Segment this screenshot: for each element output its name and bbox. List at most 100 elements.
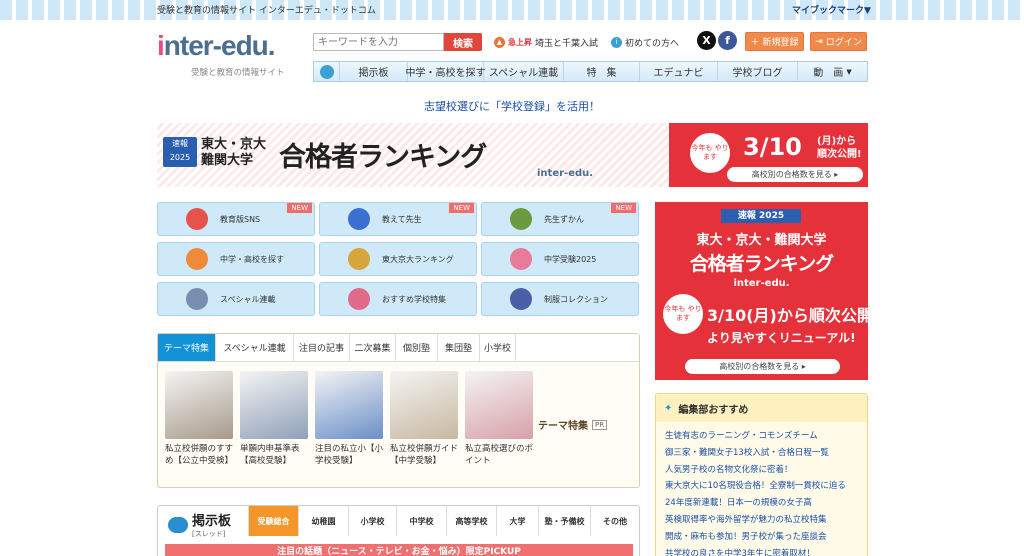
- side-ad-badge: 速報 2025: [721, 209, 801, 223]
- tile-3[interactable]: 中学・高校を探す: [157, 242, 315, 276]
- tab-individual-juku[interactable]: 個別塾: [396, 334, 438, 361]
- my-bookmark-link[interactable]: マイブックマーク▼: [792, 3, 871, 16]
- tile-label: 教えて先生: [382, 214, 422, 224]
- tile-1[interactable]: 教えて先生 NEW: [319, 202, 477, 236]
- board-tab[interactable]: 中学校: [396, 506, 446, 536]
- side-ad-circle1: 今年も やります: [663, 294, 703, 334]
- site-logo[interactable]: inter-edu. 受験と教育の情報サイト: [157, 30, 302, 80]
- banner-cta[interactable]: 高校別の合格数を見る ▸: [727, 167, 863, 182]
- register-button[interactable]: ＋新規登録: [745, 32, 804, 51]
- recommend-item[interactable]: 開成・麻布も参加！男子校が集った座談会: [665, 529, 858, 546]
- facebook-icon[interactable]: f: [718, 31, 737, 50]
- board-tab[interactable]: 受験総合: [248, 506, 298, 536]
- tile-label: おすすめ学校特集: [382, 294, 446, 304]
- recommend-item[interactable]: 東大京大に10名現役合格！全寮制一貫校に迫る: [665, 478, 858, 495]
- banner-logo: inter-edu.: [537, 168, 594, 179]
- feature-tabs-panel: テーマ特集 スペシャル連載 注目の記事 二次募集 個別塾 集団塾 小学校 私立校…: [157, 333, 640, 488]
- feature-card[interactable]: 私立校併願のすすめ【公立中受検】: [165, 371, 233, 467]
- board-tab[interactable]: その他: [590, 506, 639, 536]
- feature-card[interactable]: 私立高校選びのポイント: [465, 371, 533, 467]
- top-bar: 受験と教育の情報サイト インターエデュ・ドットコム マイブックマーク▼: [0, 0, 1024, 20]
- new-badge: NEW: [287, 203, 312, 213]
- sparkle-icon: ✦: [664, 402, 673, 414]
- tile-label: 先生ずかん: [544, 214, 584, 224]
- tab-elementary[interactable]: 小学校: [480, 334, 516, 361]
- side-ranking-ad[interactable]: 速報 2025 東大・京大・難関大学 合格者ランキング inter-edu. 今…: [655, 202, 868, 380]
- banner-univ: 東大・京大 難関大学: [201, 137, 267, 168]
- uniform-icon: [510, 288, 532, 310]
- plus-icon: ＋: [750, 38, 760, 48]
- login-button[interactable]: ⇥ ログイン: [810, 32, 867, 51]
- tile-8[interactable]: 制服コレクション: [481, 282, 639, 316]
- tile-0[interactable]: 教育版SNS NEW: [157, 202, 315, 236]
- board-pickup[interactable]: 注目の話題（ニュース・テレビ・お金・悩み）限定PICKUP: [165, 544, 633, 556]
- recommend-item[interactable]: 英検取得率や海外留学が魅力の私立校特集: [665, 512, 858, 529]
- feature-card[interactable]: 注目の私立小【小学校受験】: [315, 371, 383, 467]
- flower-icon: [510, 248, 532, 270]
- feature-card[interactable]: 私立校併願ガイド【中学受験】: [390, 371, 458, 467]
- first-time-link[interactable]: i 初めての方へ: [611, 36, 679, 49]
- tab-group-juku[interactable]: 集団塾: [438, 334, 480, 361]
- side-ad-line2: 合格者ランキング: [689, 253, 834, 275]
- new-badge: NEW: [449, 203, 474, 213]
- board-tab[interactable]: 高等学校: [446, 506, 496, 536]
- login-icon: ⇥: [815, 36, 823, 47]
- recommend-item[interactable]: 人気男子校の名物文化祭に密着！: [665, 462, 858, 479]
- tile-label: 教育版SNS: [220, 214, 261, 224]
- tile-5[interactable]: 中学受験2025: [481, 242, 639, 276]
- tab-theme[interactable]: テーマ特集: [158, 334, 216, 361]
- nav-features[interactable]: 特 集: [564, 62, 640, 81]
- pr-title: テーマ特集: [538, 421, 588, 432]
- card-image: [165, 371, 233, 439]
- search-input[interactable]: [313, 33, 444, 51]
- qa-icon: [348, 208, 370, 230]
- side-ad-line1: 東大・京大・難関大学: [696, 233, 827, 248]
- nav-board[interactable]: 掲示板: [340, 62, 408, 81]
- side-ad-logo: inter-edu.: [733, 278, 790, 289]
- card-caption: 単願内申基準表【高校受験】: [240, 444, 300, 466]
- board-tab[interactable]: 小学校: [348, 506, 396, 536]
- recommend-item[interactable]: 生徒有志のラーニング・コモンズチーム: [665, 428, 858, 445]
- board-tabs: 受験総合 幼稚園 小学校 中学校 高等学校 大学 塾・予備校 その他: [248, 506, 640, 536]
- board-tab[interactable]: 幼稚園: [298, 506, 348, 536]
- new-badge: NEW: [611, 203, 636, 213]
- tile-4[interactable]: 東大京大ランキング: [319, 242, 477, 276]
- tile-label: 中学・高校を探す: [220, 254, 284, 264]
- nav-school-blog[interactable]: 学校ブログ: [718, 62, 798, 81]
- nav-find-school[interactable]: 中学・高校を探す: [406, 62, 486, 81]
- tab-special[interactable]: スペシャル連載: [216, 334, 294, 361]
- tab-second-recruit[interactable]: 二次募集: [350, 334, 396, 361]
- x-twitter-icon[interactable]: X: [697, 31, 716, 50]
- board-tab[interactable]: 塾・予備校: [538, 506, 590, 536]
- board-subtitle: [スレッド]: [192, 530, 226, 538]
- login-label: ログイン: [825, 38, 862, 48]
- nav-video[interactable]: 動 画 ▼: [798, 62, 867, 81]
- search-button[interactable]: 検索: [444, 33, 482, 51]
- tile-label: 東大京大ランキング: [382, 254, 454, 264]
- card-image: [240, 371, 308, 439]
- side-ad-cta[interactable]: 高校別の合格数を見る ▸: [685, 359, 840, 374]
- nav-special-series[interactable]: スペシャル連載: [484, 62, 564, 81]
- magnifier-icon: [186, 248, 208, 270]
- recommend-list: 生徒有志のラーニング・コモンズチーム 御三家・難関女子13校入試・合格日程一覧 人気…: [656, 422, 867, 556]
- pr-badge: PR: [592, 419, 608, 430]
- card-caption: 私立高校選びのポイント: [465, 444, 534, 466]
- recommend-item[interactable]: 24年度新連載！日本一の規模の女子高: [665, 495, 858, 512]
- tile-6[interactable]: スペシャル連載: [157, 282, 315, 316]
- recommend-item[interactable]: 共学校の良さを中学3年生に密着取材！: [665, 546, 858, 556]
- recommend-item[interactable]: 御三家・難関女子13校入試・合格日程一覧: [665, 445, 858, 462]
- tile-7[interactable]: おすすめ学校特集: [319, 282, 477, 316]
- ranking-banner[interactable]: 速報 2025 東大・京大 難関大学 合格者ランキング inter-edu. 今…: [157, 123, 868, 187]
- tab-featured[interactable]: 注目の記事: [294, 334, 350, 361]
- tagline-link[interactable]: 志望校選びに「学校登録」を活用！: [0, 98, 1024, 114]
- card-caption: 私立校併願のすすめ【公立中受検】: [165, 444, 234, 466]
- teacher-book-icon: [510, 208, 532, 230]
- tile-label: 制服コレクション: [544, 294, 608, 304]
- board-tab[interactable]: 大学: [496, 506, 538, 536]
- region-exam-link[interactable]: ▲ 急上昇 埼玉と千葉入試: [494, 36, 598, 49]
- tile-2[interactable]: 先生ずかん NEW: [481, 202, 639, 236]
- card-image: [315, 371, 383, 439]
- feature-card[interactable]: 単願内申基準表【高校受験】: [240, 371, 308, 467]
- nav-edunavi[interactable]: エデュナビ: [640, 62, 718, 81]
- card-image: [390, 371, 458, 439]
